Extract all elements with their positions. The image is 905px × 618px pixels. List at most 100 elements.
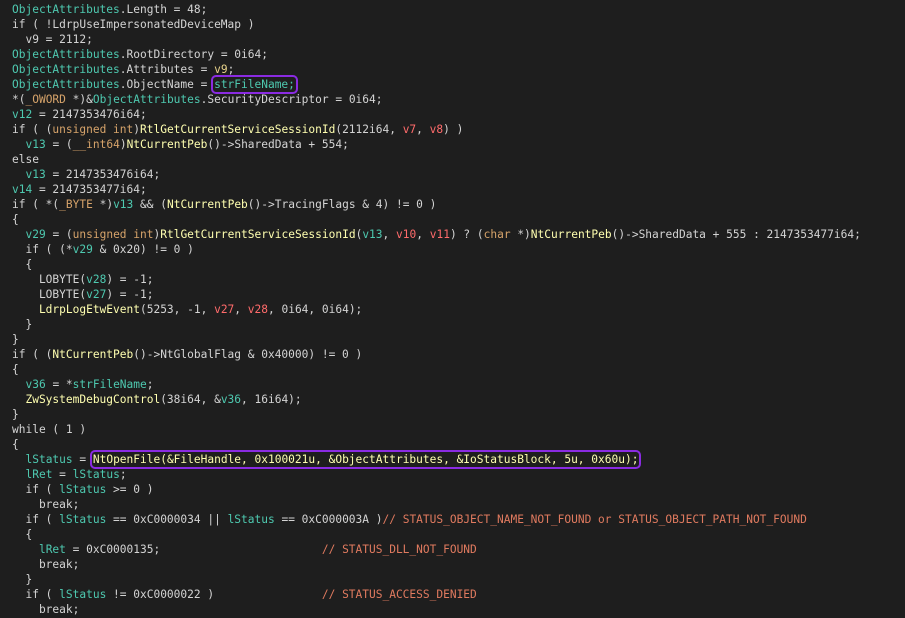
code-token: unsigned int	[52, 123, 134, 136]
code-line[interactable]: }	[12, 332, 861, 347]
code-token: LdrpLogEtwEvent	[12, 303, 140, 316]
code-token: // STATUS_OBJECT_NAME_NOT_FOUND or STATU…	[382, 513, 807, 526]
code-line[interactable]: ObjectAttributes.ObjectName = strFileNam…	[12, 75, 861, 94]
code-token: {	[12, 528, 33, 541]
code-token: ()->NtGlobalFlag & 0x40000) != 0 )	[133, 348, 363, 361]
code-token: break;	[12, 558, 80, 571]
code-token: {	[12, 213, 19, 226]
code-token: v36	[220, 393, 242, 406]
code-token: ()->TracingFlags & 4) != 0 )	[247, 198, 437, 211]
code-token: }	[12, 408, 19, 421]
code-line[interactable]: v13 = 2147353476i64;	[12, 167, 861, 182]
code-token: strFileName	[72, 378, 147, 391]
code-token: break;	[12, 603, 80, 616]
code-line[interactable]: v14 = 2147353477i64;	[12, 182, 861, 197]
code-line[interactable]: {	[12, 527, 861, 542]
code-token: == 0xC0000034 ||	[106, 513, 228, 526]
code-token: (2112i64,	[335, 123, 403, 136]
code-line[interactable]: LOBYTE(v28) = -1;	[12, 272, 861, 287]
code-line[interactable]: v29 = (unsigned int)RtlGetCurrentService…	[12, 227, 860, 242]
code-line[interactable]: }	[12, 317, 861, 332]
code-token: *)&	[65, 93, 93, 106]
code-token: (38i64, &	[160, 393, 221, 406]
code-token: while ( 1 )	[12, 423, 87, 436]
code-token: ZwSystemDebugControl	[12, 393, 161, 406]
code-line[interactable]: ObjectAttributes.RootDirectory = 0i64;	[12, 47, 861, 62]
code-line[interactable]: if ( lStatus == 0xC0000034 || lStatus ==…	[12, 512, 861, 527]
highlighted-code-token: NtOpenFile(&FileHandle, 0x100021u, &Obje…	[89, 450, 642, 469]
code-token: = (	[45, 138, 73, 151]
code-token: v13	[25, 168, 46, 181]
highlighted-code-token: strFileName;	[211, 75, 298, 94]
code-token: v28	[247, 303, 268, 316]
code-token: =	[72, 453, 93, 466]
code-token: *)	[510, 228, 531, 241]
code-line[interactable]: {	[12, 257, 861, 272]
code-line[interactable]: while ( 1 )	[12, 422, 861, 437]
code-token: }	[12, 573, 33, 586]
code-token: , 16i64);	[241, 393, 302, 406]
code-token: v13	[25, 138, 46, 151]
code-line[interactable]: v9 = 2112;	[12, 32, 861, 47]
code-line[interactable]: }	[12, 407, 861, 422]
code-line[interactable]: if ( *(_BYTE *)v13 && (NtCurrentPeb()->T…	[12, 197, 861, 212]
code-line[interactable]: LdrpLogEtwEvent(5253, -1, v27, v28, 0i64…	[12, 302, 861, 317]
code-line[interactable]: v13 = (__int64)NtCurrentPeb()->SharedDat…	[12, 137, 861, 152]
code-line[interactable]: lStatus = NtOpenFile(&FileHandle, 0x1000…	[12, 450, 861, 469]
code-token: break;	[12, 498, 80, 511]
code-line[interactable]: if ( (unsigned int)RtlGetCurrentServiceS…	[12, 122, 861, 137]
code-line[interactable]: else	[12, 152, 861, 167]
code-token: v27	[86, 288, 107, 301]
code-token: ObjectAttributes	[12, 3, 120, 16]
code-line[interactable]: if ( !LdrpUseImpersonatedDeviceMap )	[12, 17, 861, 32]
code-line[interactable]: if ( (*v29 & 0x20) != 0 )	[12, 242, 861, 257]
code-token: && (	[133, 198, 167, 211]
code-line[interactable]: {	[12, 437, 861, 452]
code-line[interactable]: {	[12, 362, 861, 377]
code-line[interactable]: ObjectAttributes.Length = 48;	[12, 2, 861, 17]
code-token: NtCurrentPeb	[530, 228, 612, 241]
code-token: = 2147353476i64;	[32, 108, 147, 121]
code-token: {	[12, 258, 33, 271]
code-token: v10	[396, 228, 417, 241]
code-line[interactable]: {	[12, 212, 861, 227]
code-line[interactable]: LOBYTE(v27) = -1;	[12, 287, 861, 302]
code-line[interactable]: break;	[12, 497, 861, 512]
code-token: ) )	[443, 123, 464, 136]
code-token: v13	[113, 198, 134, 211]
code-token: .SecurityDescriptor = 0i64;	[200, 93, 383, 106]
code-line[interactable]: if ( lStatus != 0xC0000022 ) // STATUS_A…	[12, 587, 861, 602]
code-token: {	[12, 363, 19, 376]
code-token: v8	[429, 123, 444, 136]
code-token: ObjectAttributes	[12, 63, 120, 76]
code-line[interactable]: ZwSystemDebugControl(38i64, &v36, 16i64)…	[12, 392, 861, 407]
code-line[interactable]: if ( (NtCurrentPeb()->NtGlobalFlag & 0x4…	[12, 347, 861, 362]
code-token: ObjectAttributes	[12, 78, 120, 91]
code-token: ;	[227, 63, 235, 76]
code-line[interactable]: v36 = *strFileName;	[12, 377, 861, 392]
code-token: .ObjectName =	[119, 78, 215, 91]
code-token: LOBYTE(	[12, 273, 87, 286]
code-token: char	[483, 228, 511, 241]
code-token: != 0xC0000022 )	[106, 588, 322, 601]
code-token: __int64	[72, 138, 120, 151]
code-editor[interactable]: ObjectAttributes.Length = 48; if ( !LdrpU…	[12, 2, 861, 617]
code-line[interactable]: *(_OWORD *)&ObjectAttributes.SecurityDes…	[12, 92, 861, 107]
code-line[interactable]: ObjectAttributes.Attributes = v9;	[12, 62, 861, 77]
code-line[interactable]: v12 = 2147353476i64;	[12, 107, 861, 122]
code-token: ()->SharedData + 554;	[207, 138, 349, 151]
code-token: ,	[382, 228, 397, 241]
code-line[interactable]: lRet = lStatus;	[12, 467, 861, 482]
code-token: ;	[146, 378, 154, 391]
code-token: == 0xC000003A )	[274, 513, 383, 526]
code-token: RtlGetCurrentServiceSessionId	[160, 228, 356, 241]
code-token: )	[119, 138, 127, 151]
code-line[interactable]: lRet = 0xC0000135; // STATUS_DLL_NOT_FOU…	[12, 542, 861, 557]
code-line[interactable]: if ( lStatus >= 0 )	[12, 482, 861, 497]
code-line[interactable]: }	[12, 572, 861, 587]
code-token: .Attributes =	[119, 63, 215, 76]
code-line[interactable]: break;	[12, 557, 861, 572]
code-line[interactable]: break;	[12, 602, 861, 617]
